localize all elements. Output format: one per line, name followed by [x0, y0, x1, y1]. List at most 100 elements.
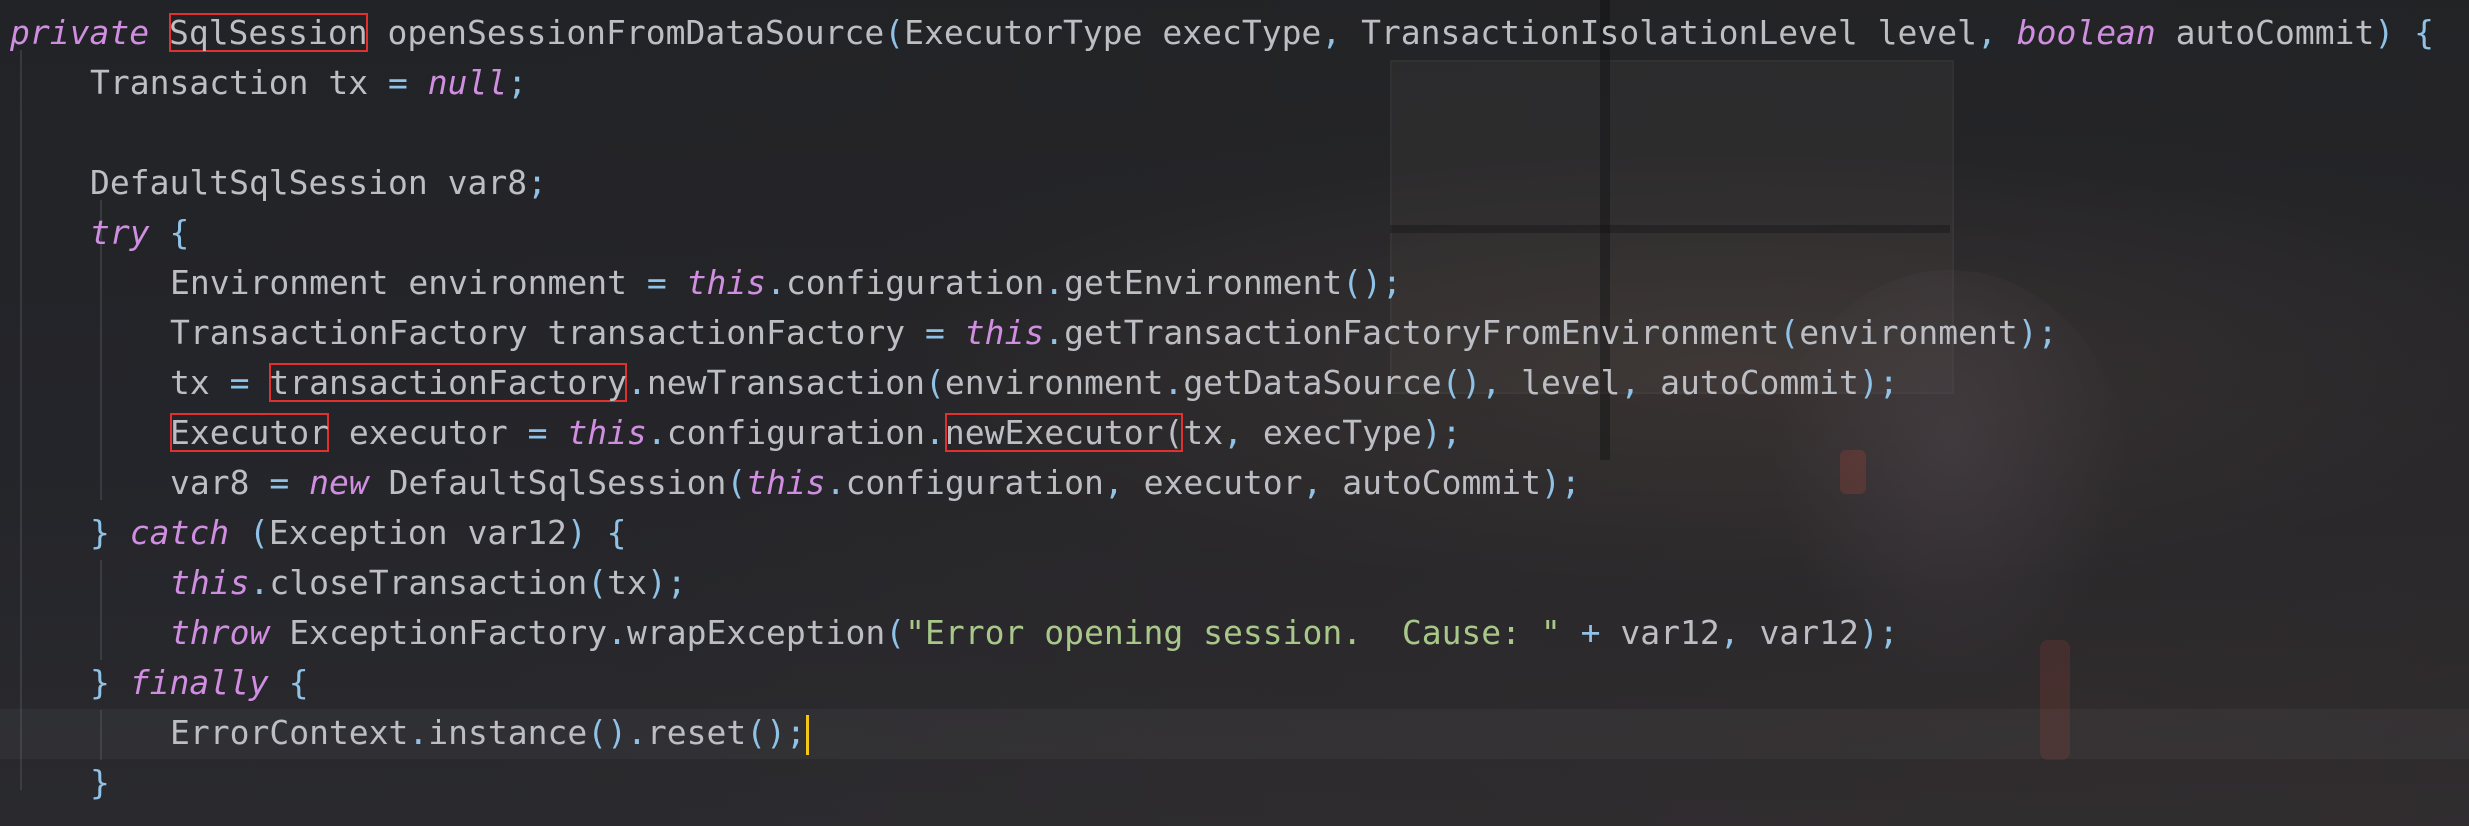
- code-token: tx: [607, 563, 647, 602]
- code-token: openSessionFromDataSource: [367, 13, 885, 52]
- code-line-9[interactable]: Executor executor = this.configuration.n…: [170, 408, 1462, 458]
- code-token: closeTransaction: [269, 563, 588, 602]
- code-token: .: [626, 363, 647, 402]
- code-token: +: [1560, 613, 1621, 652]
- highlighted-token: transactionFactory: [269, 363, 627, 402]
- code-token: .: [925, 413, 945, 452]
- code-token: tx: [170, 363, 230, 402]
- code-token: DefaultSqlSession var8: [90, 163, 528, 202]
- code-token: autoCommit: [1660, 363, 1859, 402]
- code-token: this: [686, 263, 767, 302]
- code-token: ;: [527, 163, 547, 202]
- code-token: "Error opening session. Cause: ": [905, 613, 1561, 652]
- code-token: }: [90, 663, 130, 702]
- code-token: reset: [646, 713, 747, 752]
- code-token: ,: [1103, 463, 1144, 502]
- code-token: {: [149, 213, 190, 252]
- code-token: .: [607, 613, 627, 652]
- code-token: =: [388, 63, 408, 102]
- code-token: (: [884, 13, 905, 52]
- code-token: executor: [1143, 463, 1303, 502]
- code-line-13[interactable]: throw ExceptionFactory.wrapException("Er…: [170, 608, 1899, 658]
- code-token: =: [269, 463, 290, 502]
- indent-guide-catch: [100, 560, 102, 660]
- code-line-15[interactable]: ErrorContext.instance().reset();: [170, 708, 809, 758]
- code-line-6[interactable]: Environment environment = this.configura…: [170, 258, 1402, 308]
- code-token: throw: [170, 613, 270, 652]
- code-editor[interactable]: private SqlSession openSessionFromDataSo…: [0, 0, 2469, 826]
- code-token: .: [766, 263, 786, 302]
- code-token: (: [925, 363, 945, 402]
- code-token: ,: [1302, 463, 1343, 502]
- code-token: this: [170, 563, 250, 602]
- code-token: Exception var12: [268, 513, 567, 552]
- code-token: .: [1044, 313, 1065, 352]
- code-token: .: [1163, 363, 1184, 402]
- code-token: =: [229, 363, 250, 402]
- code-token: configuration: [666, 413, 926, 452]
- code-line-12[interactable]: this.closeTransaction(tx);: [170, 558, 687, 608]
- code-token: finally: [129, 663, 269, 702]
- code-token: instance: [428, 713, 588, 752]
- code-token: ;: [507, 63, 528, 102]
- code-line-1[interactable]: private SqlSession openSessionFromDataSo…: [10, 8, 2434, 58]
- code-token: ();: [1342, 263, 1402, 302]
- code-token: );: [646, 563, 687, 602]
- highlighted-token: SqlSession: [168, 13, 368, 52]
- highlighted-token: newExecutor(: [944, 413, 1184, 452]
- code-token: =: [924, 313, 945, 352]
- code-token: (: [229, 513, 269, 552]
- code-token: getTransactionFactoryFromEnvironment: [1064, 313, 1780, 352]
- code-token: try: [90, 213, 150, 252]
- code-token: (),: [1441, 363, 1522, 402]
- code-line-16[interactable]: }: [90, 758, 110, 808]
- code-token: .: [408, 713, 429, 752]
- code-token: configuration: [845, 463, 1104, 502]
- code-line-4[interactable]: DefaultSqlSession var8;: [90, 158, 547, 208]
- code-line-5[interactable]: try {: [90, 208, 189, 258]
- code-token: null: [427, 63, 508, 102]
- code-token: {: [268, 663, 309, 702]
- code-token: var12: [1759, 613, 1859, 652]
- code-line-11[interactable]: } catch (Exception var12) {: [90, 508, 626, 558]
- code-token: (: [726, 463, 747, 502]
- code-token: var12: [1620, 613, 1720, 652]
- code-token: this: [746, 463, 826, 502]
- code-token: );: [1540, 463, 1581, 502]
- highlighted-token: Executor: [170, 413, 329, 452]
- code-line-2[interactable]: Transaction tx = null;: [90, 58, 527, 108]
- code-token: ) {: [2374, 13, 2434, 52]
- code-token: wrapException: [626, 613, 886, 652]
- code-token: (: [885, 613, 906, 652]
- code-token: );: [1421, 413, 1462, 452]
- code-token: private: [10, 13, 150, 52]
- code-token: Transaction tx: [90, 63, 389, 102]
- code-token: TransactionIsolationLevel level: [1361, 13, 1977, 52]
- code-token: ();: [746, 713, 806, 752]
- code-line-14[interactable]: } finally {: [90, 658, 309, 708]
- code-token: tx: [1183, 413, 1224, 452]
- code-token: catch: [129, 513, 230, 552]
- code-token: level: [1521, 363, 1621, 402]
- code-token: );: [1858, 613, 1899, 652]
- code-token: execType: [1262, 413, 1422, 452]
- code-token: executor: [328, 413, 528, 452]
- code-token: =: [527, 413, 548, 452]
- code-token: this: [964, 313, 1045, 352]
- code-token: ,: [1719, 613, 1760, 652]
- code-token: }: [90, 513, 130, 552]
- code-token: environment: [1799, 313, 2018, 352]
- code-line-7[interactable]: TransactionFactory transactionFactory = …: [170, 308, 2058, 358]
- code-token: ,: [1223, 413, 1263, 452]
- code-line-10[interactable]: var8 = new DefaultSqlSession(this.config…: [170, 458, 1581, 508]
- code-token: Environment environment: [170, 263, 647, 302]
- code-line-8[interactable]: tx = transactionFactory.newTransaction(e…: [170, 358, 1899, 408]
- code-token: configuration: [785, 263, 1045, 302]
- code-token: .: [646, 413, 667, 452]
- code-token: new: [309, 463, 369, 502]
- code-token: ,: [1321, 13, 1362, 52]
